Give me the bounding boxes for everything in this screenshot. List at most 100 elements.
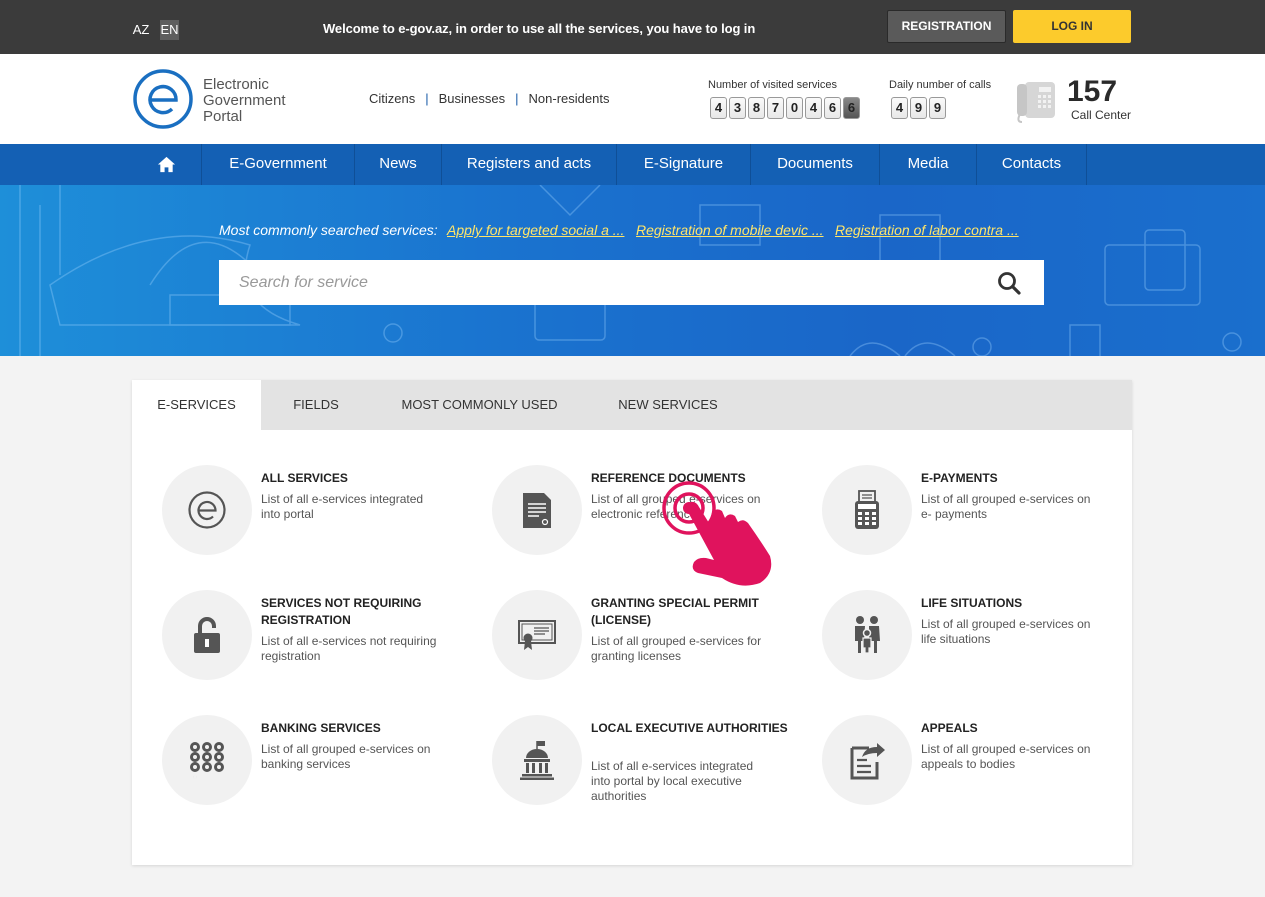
search-input[interactable] <box>219 260 989 305</box>
service-title: BANKING SERVICES <box>261 721 381 735</box>
phone-icon <box>1017 82 1055 123</box>
registration-button[interactable]: REGISTRATION <box>887 10 1006 43</box>
service-icon-circle <box>162 590 252 680</box>
tab-new-services[interactable]: NEW SERVICES <box>592 380 744 430</box>
search-box <box>219 260 1044 305</box>
unlock-icon <box>194 617 220 653</box>
nav-media[interactable]: Media <box>880 144 977 185</box>
counter-digit: 9 <box>910 97 927 119</box>
audience-links: Citizens | Businesses | Non-residents <box>369 91 609 106</box>
service-not-requiring-registration[interactable]: SERVICES NOT REQUIRING REGISTRATION List… <box>162 590 482 685</box>
call-center-label: Call Center <box>1071 108 1132 122</box>
document-icon <box>523 493 551 528</box>
popular-link-labor[interactable]: Registration of labor contra ... <box>835 222 1019 238</box>
services-panel: E-SERVICES FIELDS MOST COMMONLY USED NEW… <box>132 380 1132 865</box>
tab-bar: E-SERVICES FIELDS MOST COMMONLY USED NEW… <box>132 380 1132 430</box>
counter-digit: 9 <box>929 97 946 119</box>
login-button[interactable]: LOG IN <box>1013 10 1131 43</box>
egov-logo-icon[interactable] <box>132 68 194 130</box>
search-icon[interactable] <box>994 268 1024 298</box>
counter-digit: 7 <box>767 97 784 119</box>
service-title: LIFE SITUATIONS <box>921 596 1023 610</box>
egov-logo-icon <box>188 491 226 529</box>
service-title: E-PAYMENTS <box>921 471 998 485</box>
nav-e-government[interactable]: E-Government <box>202 144 355 185</box>
audience-businesses[interactable]: Businesses <box>439 91 505 106</box>
calculator-icon <box>855 490 879 529</box>
nav-home[interactable] <box>132 144 202 185</box>
separator: | <box>425 91 429 106</box>
service-icon-circle <box>162 715 252 805</box>
service-icon-circle <box>162 465 252 555</box>
service-description: List of all grouped e-services on e- pay… <box>921 492 1091 521</box>
service-title: GRANTING SPECIAL PERMIT (LICENSE) <box>591 596 759 627</box>
counter-digit: 3 <box>729 97 746 119</box>
service-description: List of all e-services integrated into p… <box>591 759 754 803</box>
logo-text[interactable]: Electronic Government Portal <box>203 77 286 125</box>
separator: | <box>515 91 519 106</box>
service-description: List of all grouped e-services on life s… <box>921 617 1091 646</box>
service-description: List of all grouped e-services on appeal… <box>921 742 1091 771</box>
service-all-services[interactable]: ALL SERVICES List of all e-services inte… <box>162 465 482 560</box>
government-building-icon <box>520 741 554 780</box>
top-bar: AZ EN Welcome to e-gov.az, in order to u… <box>0 0 1265 54</box>
visited-services-counter: 4 3 8 7 0 4 6 6 <box>710 97 860 119</box>
appeal-icon <box>850 743 885 780</box>
counter-digit: 4 <box>805 97 822 119</box>
service-icon-circle <box>492 715 582 805</box>
nav-documents[interactable]: Documents <box>751 144 880 185</box>
counter-digit: 6 <box>843 97 860 119</box>
service-description: List of all grouped e-services for grant… <box>591 634 762 663</box>
service-e-payments[interactable]: E-PAYMENTS List of all grouped e-service… <box>822 465 1142 560</box>
certificate-icon <box>518 620 556 650</box>
language-az[interactable]: AZ <box>131 20 151 40</box>
keypad-icon <box>190 742 224 779</box>
service-description: List of all e-services integrated into p… <box>261 492 424 521</box>
visited-services-label: Number of visited services <box>708 79 837 91</box>
service-title: SERVICES NOT REQUIRING REGISTRATION <box>261 596 422 627</box>
tab-most-commonly-used[interactable]: MOST COMMONLY USED <box>377 380 582 430</box>
daily-calls-label: Daily number of calls <box>889 79 992 91</box>
audience-citizens[interactable]: Citizens <box>369 91 415 106</box>
logo-line: Electronic <box>203 76 269 93</box>
logo-line: Portal <box>203 108 243 125</box>
service-description: List of all grouped e-services on bankin… <box>261 742 431 771</box>
counter-digit: 6 <box>824 97 841 119</box>
audience-non-residents[interactable]: Non-residents <box>529 91 610 106</box>
home-icon <box>157 156 176 173</box>
service-icon-circle <box>492 465 582 555</box>
welcome-message: Welcome to e-gov.az, in order to use all… <box>323 21 756 36</box>
main-nav: E-Government News Registers and acts E-S… <box>0 144 1265 185</box>
nav-news[interactable]: News <box>355 144 442 185</box>
service-granting-special-permit[interactable]: GRANTING SPECIAL PERMIT (LICENSE) List o… <box>492 590 812 685</box>
service-icon-circle <box>492 590 582 680</box>
tab-e-services[interactable]: E-SERVICES <box>132 380 261 430</box>
nav-contacts[interactable]: Contacts <box>977 144 1087 185</box>
service-banking-services[interactable]: BANKING SERVICES List of all grouped e-s… <box>162 715 482 810</box>
language-en[interactable]: EN <box>160 20 179 40</box>
pointer-hand-icon <box>662 481 772 586</box>
nav-registers-and-acts[interactable]: Registers and acts <box>442 144 617 185</box>
service-life-situations[interactable]: LIFE SITUATIONS List of all grouped e-se… <box>822 590 1142 685</box>
service-icon-circle <box>822 590 912 680</box>
call-center-number[interactable]: 157 <box>1067 76 1117 108</box>
service-icon-circle <box>822 465 912 555</box>
tab-fields[interactable]: FIELDS <box>261 380 371 430</box>
counter-digit: 0 <box>786 97 803 119</box>
daily-calls-counter: 4 9 9 <box>891 97 946 119</box>
service-description: List of all e-services not requiring reg… <box>261 634 437 663</box>
family-icon <box>855 616 880 654</box>
counter-digit: 4 <box>710 97 727 119</box>
logo-line: Government <box>203 92 286 109</box>
popular-link-mobile[interactable]: Registration of mobile devic ... <box>636 222 824 238</box>
popular-services-label: Most commonly searched services: <box>219 222 438 238</box>
counter-digit: 8 <box>748 97 765 119</box>
service-local-executive-authorities[interactable]: LOCAL EXECUTIVE AUTHORITIES List of all … <box>492 715 812 810</box>
popular-link-social[interactable]: Apply for targeted social a ... <box>447 222 624 238</box>
service-icon-circle <box>822 715 912 805</box>
counter-digit: 4 <box>891 97 908 119</box>
service-title: LOCAL EXECUTIVE AUTHORITIES <box>591 721 788 735</box>
service-appeals[interactable]: APPEALS List of all grouped e-services o… <box>822 715 1142 810</box>
nav-e-signature[interactable]: E-Signature <box>617 144 751 185</box>
service-title: ALL SERVICES <box>261 471 348 485</box>
